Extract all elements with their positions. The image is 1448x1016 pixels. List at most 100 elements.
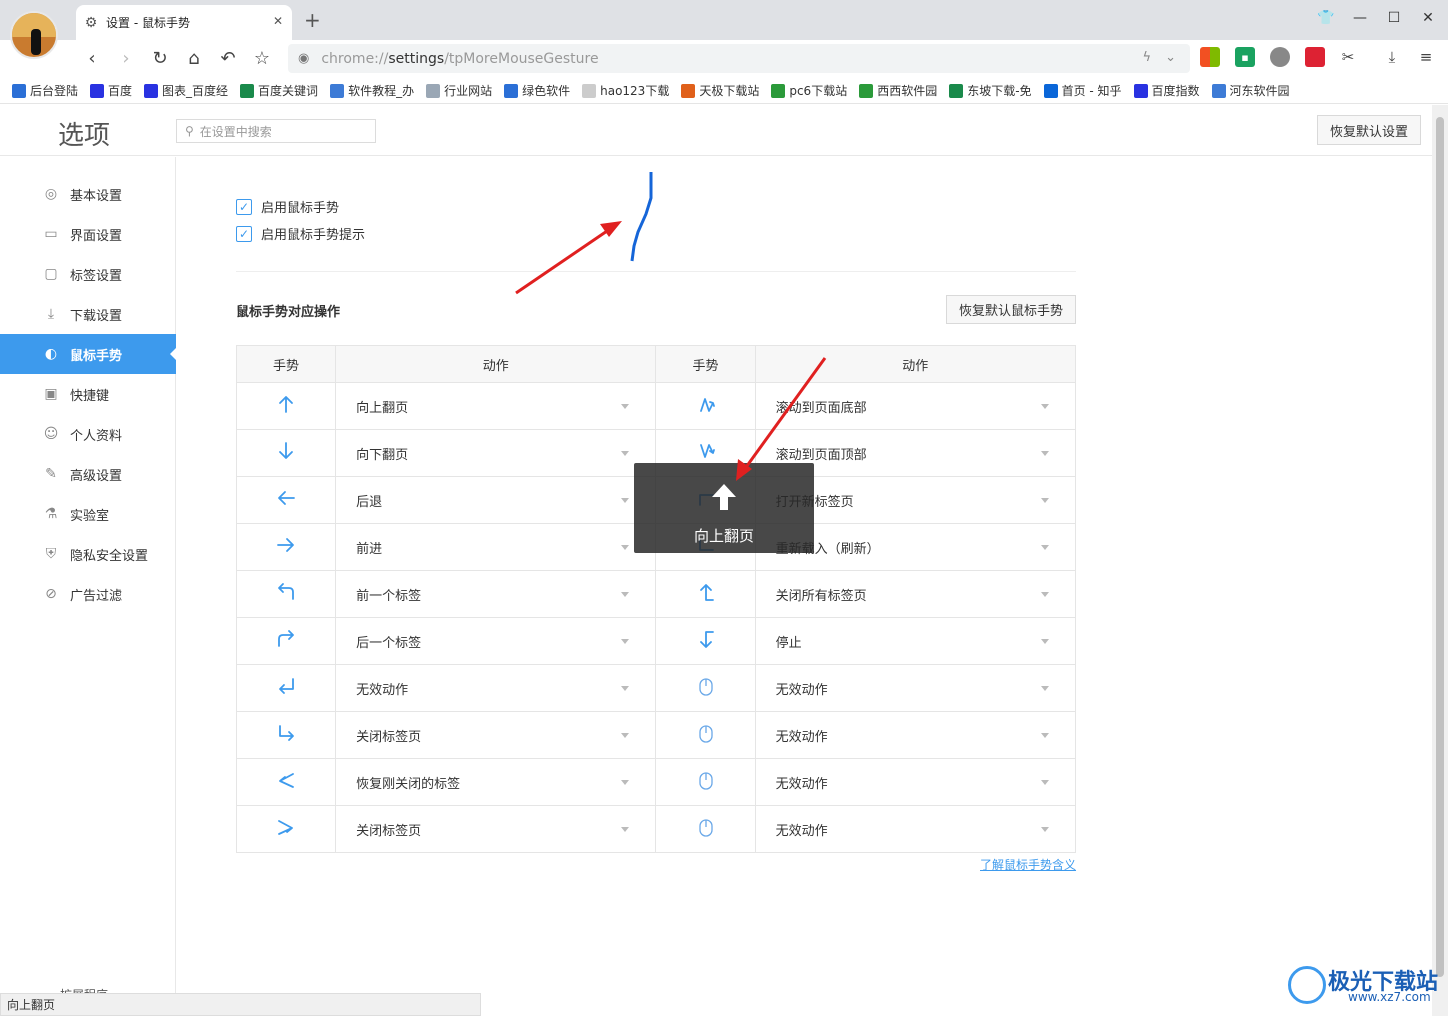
action-select[interactable]: 向上翻页 bbox=[335, 382, 657, 430]
arrow-up-icon bbox=[712, 484, 736, 510]
action-select-value: 后一个标签 bbox=[356, 635, 422, 651]
sidebar-item-0[interactable]: ◎ 基本设置 bbox=[0, 174, 176, 214]
enable-gesture-hint-checkbox[interactable]: ✓ 启用鼠标手势提示 bbox=[236, 224, 365, 243]
chevron-down-icon[interactable]: ⌄ bbox=[1165, 50, 1176, 65]
chat-ext-icon[interactable]: ▪ bbox=[1235, 47, 1255, 67]
new-tab-button[interactable]: + bbox=[304, 8, 321, 32]
sidebar-item-1[interactable]: ▭ 界面设置 bbox=[0, 214, 176, 254]
search-input[interactable]: ⚲ 在设置中搜索 bbox=[176, 119, 376, 143]
bookmark-item[interactable]: 天极下载站 bbox=[681, 82, 759, 99]
sidebar-item-3[interactable]: ⤓ 下载设置 bbox=[0, 294, 176, 334]
bookmark-item[interactable]: 后台登陆 bbox=[12, 82, 78, 99]
sidebar-item-label: 隐私安全设置 bbox=[70, 548, 149, 564]
bookmark-item[interactable]: hao123下载 bbox=[582, 82, 669, 99]
action-select[interactable]: 无效动作 bbox=[754, 758, 1077, 806]
restore-gestures-button[interactable]: 恢复默认鼠标手势 bbox=[946, 295, 1076, 324]
cube-ext-icon[interactable] bbox=[1270, 47, 1290, 67]
action-select[interactable]: 滚动到页面底部 bbox=[754, 382, 1077, 430]
bookmark-item[interactable]: 西西软件园 bbox=[859, 82, 937, 99]
sidebar-item-7[interactable]: ✎ 高级设置 bbox=[0, 454, 176, 494]
address-bar[interactable]: ◉ chrome://settings/tpMoreMouseGesture ϟ… bbox=[288, 44, 1190, 73]
bookmark-item[interactable]: 绿色软件 bbox=[504, 82, 570, 99]
home-button[interactable]: ⌂ bbox=[182, 46, 206, 70]
sidebar-item-2[interactable]: ▢ 标签设置 bbox=[0, 254, 176, 294]
divider bbox=[236, 271, 1076, 272]
active-tab[interactable]: ⚙ 设置 - 鼠标手势 ✕ bbox=[76, 5, 292, 40]
gesture-cell bbox=[235, 429, 337, 477]
gesture-right-9-icon bbox=[698, 819, 713, 837]
scissors-icon[interactable]: ✂ bbox=[1338, 47, 1358, 67]
gesture-trail bbox=[630, 172, 653, 262]
avatar[interactable] bbox=[10, 11, 58, 59]
bookmark-item[interactable]: 首页 - 知乎 bbox=[1043, 82, 1122, 99]
bookmark-item[interactable]: pc6下载站 bbox=[771, 82, 847, 99]
bookmark-star-button[interactable]: ☆ bbox=[250, 46, 274, 70]
bookmark-item[interactable]: 软件教程_办 bbox=[330, 82, 414, 99]
bookmark-item[interactable]: 图表_百度经 bbox=[144, 82, 228, 99]
sidebar-item-8[interactable]: ⚗ 实验室 bbox=[0, 494, 176, 534]
scrollbar-thumb[interactable] bbox=[1436, 117, 1444, 977]
windows-ext-icon[interactable] bbox=[1200, 47, 1220, 67]
sidebar-item-4[interactable]: ◐ 鼠标手势 bbox=[0, 334, 176, 374]
action-select[interactable]: 关闭标签页 bbox=[335, 805, 657, 853]
bookmark-item[interactable]: 百度 bbox=[90, 82, 132, 99]
bookmark-item[interactable]: 东坡下载-免 bbox=[949, 82, 1032, 99]
lightning-icon[interactable]: ϟ bbox=[1143, 50, 1152, 65]
minimize-button[interactable]: — bbox=[1352, 6, 1368, 30]
undo-close-button[interactable]: ↶ bbox=[216, 46, 240, 70]
learn-gestures-link[interactable]: 了解鼠标手势含义 bbox=[980, 856, 1076, 873]
action-select[interactable]: 关闭标签页 bbox=[335, 711, 657, 759]
gesture-cell bbox=[235, 570, 337, 618]
action-select[interactable]: 无效动作 bbox=[754, 805, 1077, 853]
sidebar-item-label: 高级设置 bbox=[70, 468, 123, 484]
action-select[interactable]: 无效动作 bbox=[754, 664, 1077, 712]
restore-defaults-button[interactable]: 恢复默认设置 bbox=[1317, 115, 1421, 145]
action-select-value: 无效动作 bbox=[775, 823, 828, 839]
bookmark-item[interactable]: 河东软件园 bbox=[1211, 82, 1290, 99]
action-select[interactable]: 关闭所有标签页 bbox=[754, 570, 1077, 618]
dropdown-caret-icon bbox=[1041, 827, 1049, 836]
action-select[interactable]: 前一个标签 bbox=[335, 570, 657, 618]
action-select[interactable]: 向下翻页 bbox=[335, 429, 657, 477]
forward-button[interactable]: › bbox=[114, 46, 138, 70]
bookmark-favicon-icon bbox=[12, 83, 26, 98]
download-icon[interactable]: ⤓ bbox=[1382, 47, 1402, 67]
table-row: 前一个标签 关闭所有标签页 bbox=[235, 570, 1077, 618]
gesture-right-0-icon bbox=[699, 398, 715, 412]
action-select[interactable]: 无效动作 bbox=[754, 711, 1077, 759]
tab-icon: ▢ bbox=[44, 266, 58, 282]
close-window-button[interactable]: ✕ bbox=[1420, 6, 1436, 30]
action-select[interactable]: 前进 bbox=[335, 523, 657, 571]
action-select[interactable]: 停止 bbox=[754, 617, 1077, 665]
bookmark-favicon-icon bbox=[771, 83, 786, 98]
wrench-icon: ✎ bbox=[45, 466, 57, 482]
gesture-cell bbox=[655, 805, 756, 853]
sidebar-item-5[interactable]: ▣ 快捷键 bbox=[0, 374, 176, 414]
gesture-right-1-icon bbox=[699, 444, 715, 458]
action-select[interactable]: 恢复刚关闭的标签 bbox=[335, 758, 657, 806]
check-icon: ✓ bbox=[236, 225, 252, 242]
bookmark-item[interactable]: 百度指数 bbox=[1133, 82, 1200, 99]
action-select[interactable]: 后一个标签 bbox=[335, 617, 657, 665]
action-select[interactable]: 无效动作 bbox=[335, 664, 657, 712]
box-ext-icon[interactable] bbox=[1305, 47, 1325, 67]
bookmark-item[interactable]: 行业网站 bbox=[426, 82, 492, 99]
enable-gesture-checkbox[interactable]: ✓ 启用鼠标手势 bbox=[236, 197, 339, 216]
back-button[interactable]: ‹ bbox=[80, 46, 104, 70]
reload-button[interactable]: ↻ bbox=[148, 46, 172, 70]
menu-icon[interactable]: ≡ bbox=[1416, 47, 1436, 67]
gesture-left-5-icon bbox=[278, 630, 294, 647]
maximize-button[interactable]: ☐ bbox=[1386, 6, 1402, 30]
action-select[interactable]: 后退 bbox=[335, 476, 657, 524]
sidebar-item-10[interactable]: ⊘ 广告过滤 bbox=[0, 574, 176, 614]
dropdown-caret-icon bbox=[621, 404, 630, 413]
skin-icon[interactable]: 👕 bbox=[1317, 6, 1334, 30]
bookmark-item[interactable]: 百度关键词 bbox=[240, 82, 318, 99]
tab-close-button[interactable]: ✕ bbox=[273, 14, 283, 28]
sidebar-item-label: 下载设置 bbox=[70, 308, 123, 324]
scrollbar[interactable] bbox=[1432, 105, 1448, 1016]
sidebar-item-6[interactable]: ☺ 个人资料 bbox=[0, 414, 176, 454]
tab-bar: ⚙ 设置 - 鼠标手势 ✕ + 👕 — ☐ ✕ bbox=[0, 0, 1448, 40]
gesture-right-4-icon bbox=[699, 584, 714, 601]
sidebar-item-9[interactable]: ⛨ 隐私安全设置 bbox=[0, 534, 176, 574]
